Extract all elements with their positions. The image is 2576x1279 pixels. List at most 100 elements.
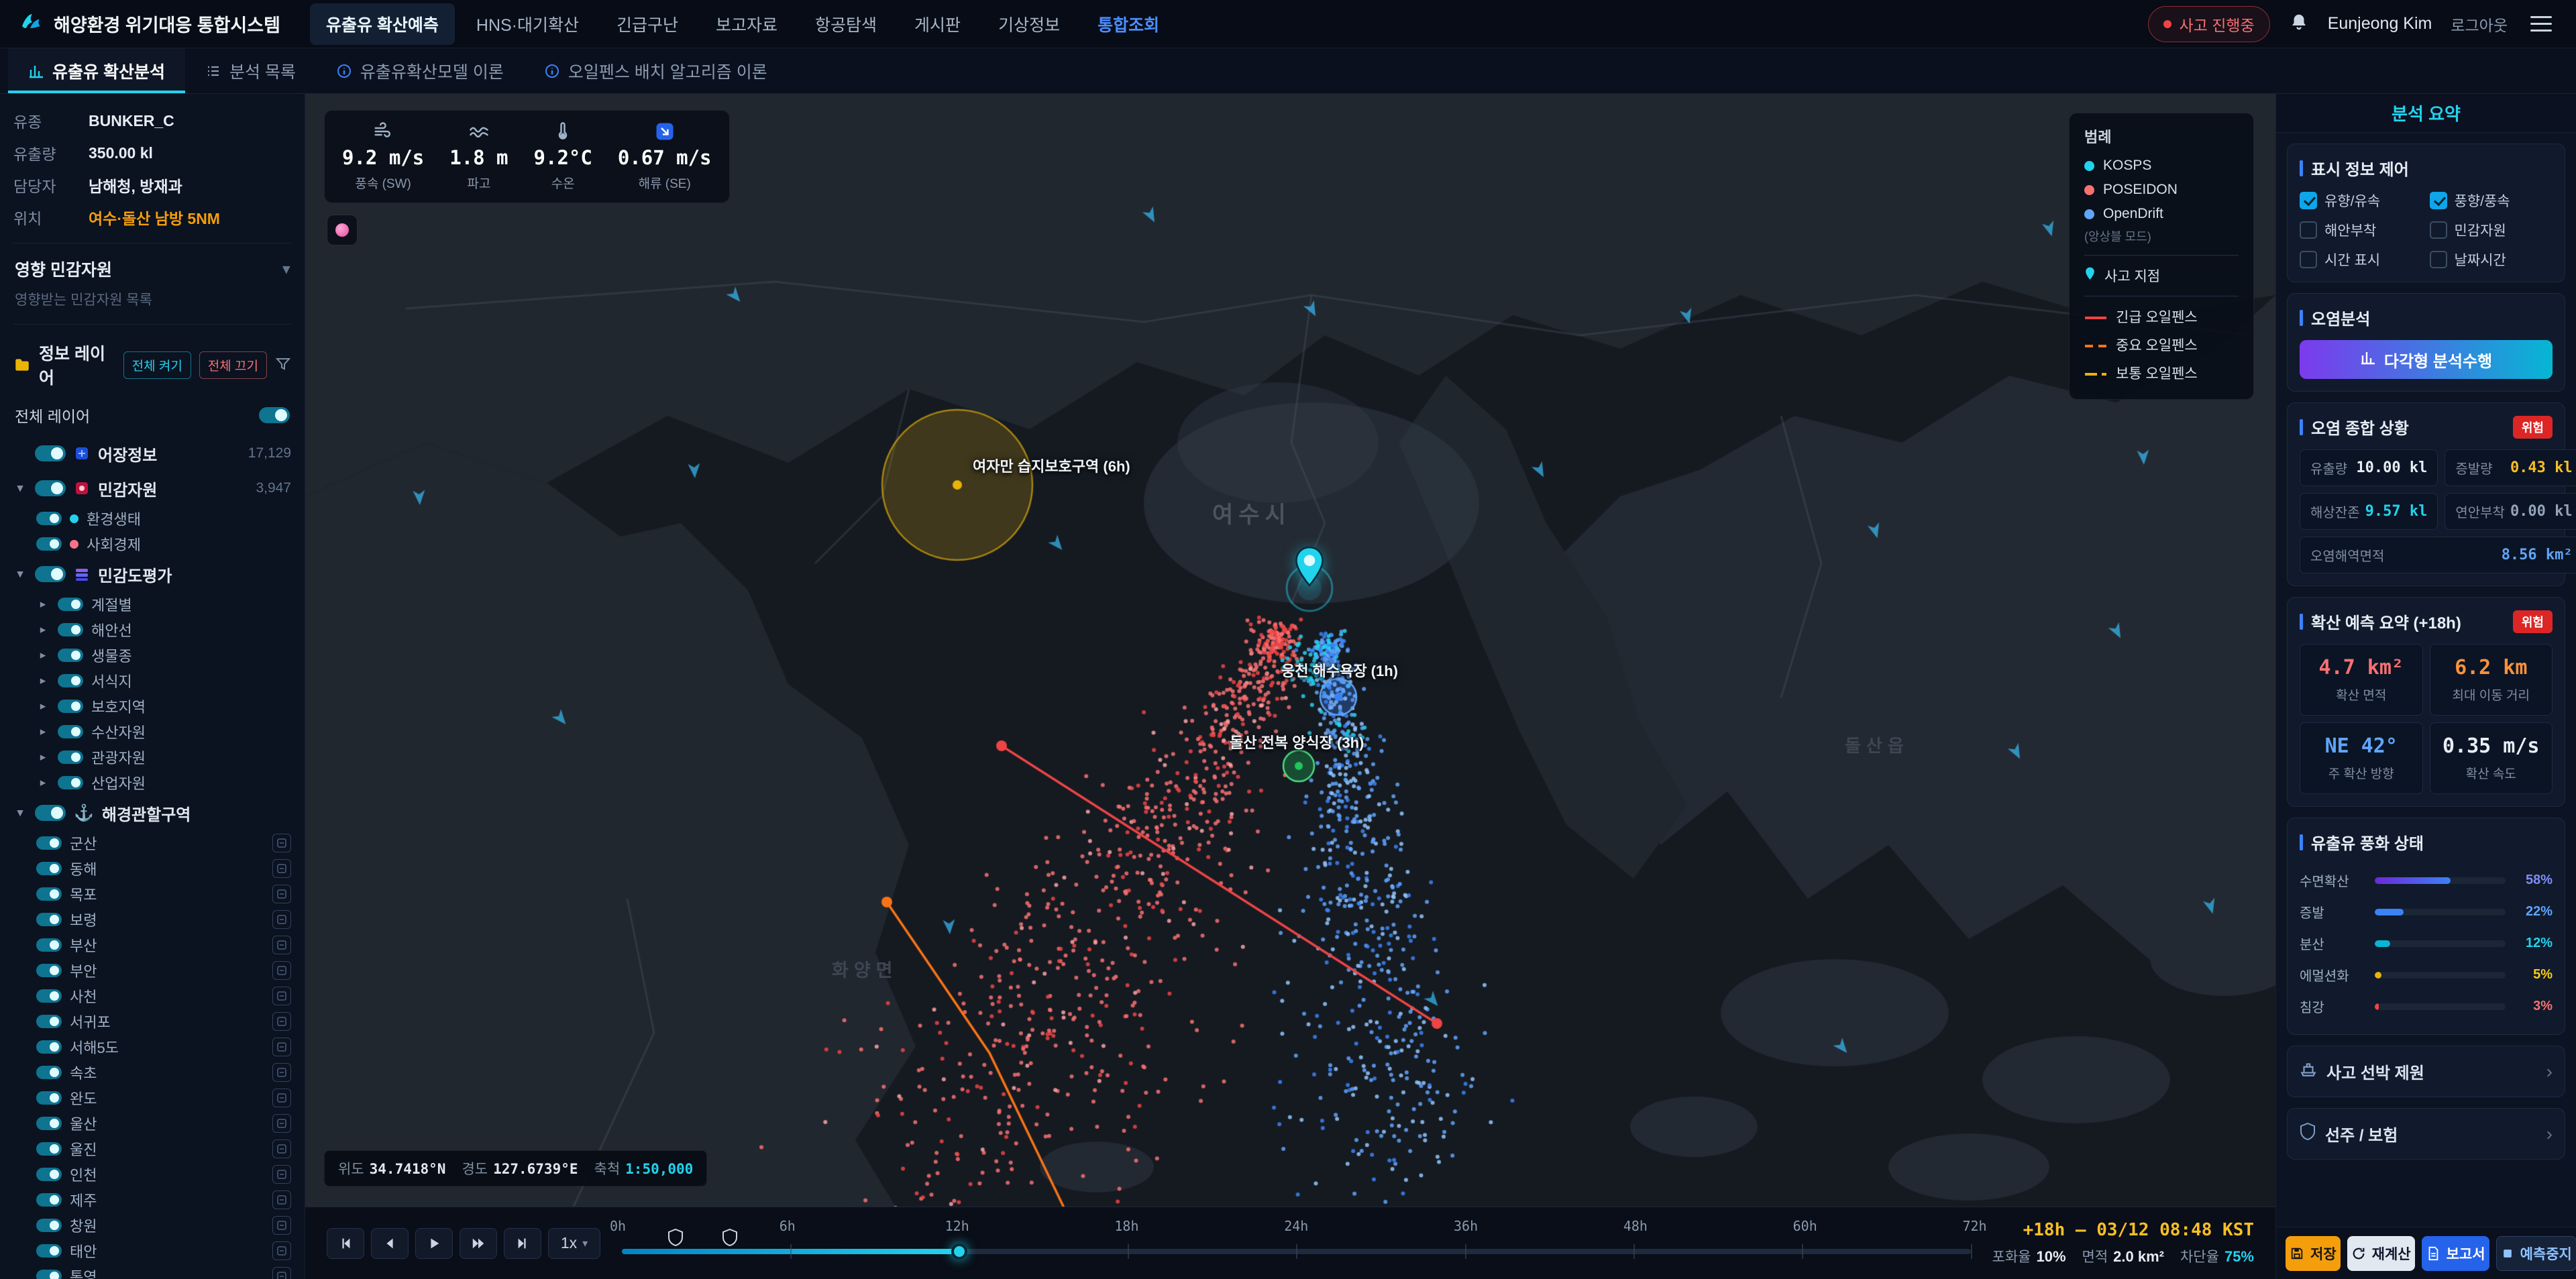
layer-item[interactable]: ▸서식지: [13, 668, 291, 693]
layer-toggle[interactable]: [58, 649, 83, 662]
skip-start-button[interactable]: [327, 1228, 364, 1259]
tab-item[interactable]: 유출유 확산분석: [8, 48, 185, 93]
fast-forward-button[interactable]: [460, 1228, 497, 1259]
layer-item[interactable]: 환경생태: [13, 506, 291, 531]
layer-item-action-icon[interactable]: [272, 1267, 291, 1279]
layer-item[interactable]: 창원: [13, 1213, 291, 1238]
nav-item[interactable]: HNS·대기확산: [460, 3, 595, 45]
layer-item-action-icon[interactable]: [272, 1165, 291, 1184]
layer-item-action-icon[interactable]: [272, 910, 291, 929]
oil-fence-shield-icon[interactable]: [722, 1229, 738, 1249]
layer-toggle[interactable]: [36, 537, 62, 551]
layer-toggle[interactable]: [36, 938, 62, 952]
step-back-button[interactable]: [371, 1228, 409, 1259]
layer-toggle[interactable]: [58, 700, 83, 713]
layers-all-off-button[interactable]: 전체 끄기: [199, 351, 267, 379]
layer-toggle[interactable]: [36, 1040, 62, 1054]
tab-item[interactable]: 분석 목록: [185, 48, 316, 93]
layer-item-action-icon[interactable]: [272, 859, 291, 878]
tab-item[interactable]: 유출유확산모델 이론: [316, 48, 524, 93]
layer-item[interactable]: 보령: [13, 907, 291, 932]
layer-group-row[interactable]: ▾민감도평가: [13, 557, 291, 592]
skip-end-button[interactable]: [504, 1228, 541, 1259]
incident-status-badge[interactable]: 사고 진행중: [2148, 6, 2270, 42]
layer-item[interactable]: ▸관광자원: [13, 744, 291, 770]
layer-toggle[interactable]: [58, 725, 83, 738]
layer-item[interactable]: ▸해안선: [13, 617, 291, 643]
logout-button[interactable]: 로그아웃: [2451, 13, 2508, 36]
layer-toggle[interactable]: [58, 750, 83, 764]
timeline-rail[interactable]: [622, 1249, 1971, 1254]
layer-item[interactable]: ▸보호지역: [13, 693, 291, 719]
panel-body[interactable]: 표시 정보 제어 유향/유속풍향/풍속해안부착민감자원시간 표시날짜시간 오염분…: [2276, 133, 2576, 1227]
layers-all-on-button[interactable]: 전체 켜기: [123, 351, 191, 379]
chevron-icon[interactable]: ▾: [13, 482, 27, 495]
layer-toggle[interactable]: [58, 776, 83, 789]
nav-item[interactable]: 통합조회: [1081, 3, 1175, 45]
chevron-icon[interactable]: ▸: [36, 623, 50, 636]
layer-toggle[interactable]: [36, 913, 62, 926]
layer-toggle[interactable]: [36, 1270, 62, 1279]
layer-toggle[interactable]: [35, 805, 66, 821]
layer-toggle[interactable]: [36, 1091, 62, 1105]
layer-toggle[interactable]: [36, 1142, 62, 1156]
polygon-analysis-button[interactable]: 다각형 분석수행: [2300, 340, 2553, 379]
display-option[interactable]: 날짜시간: [2430, 249, 2553, 270]
layer-item-action-icon[interactable]: [272, 1241, 291, 1260]
layer-item[interactable]: 서해5도: [13, 1034, 291, 1060]
layer-toggle[interactable]: [36, 989, 62, 1003]
map-style-button[interactable]: [327, 215, 358, 245]
nav-item[interactable]: 유출유 확산예측: [310, 3, 455, 45]
nav-item[interactable]: 항공탐색: [799, 3, 893, 45]
nav-item[interactable]: 보고자료: [700, 3, 794, 45]
layer-item[interactable]: 사회경제: [13, 531, 291, 557]
layer-item[interactable]: 태안: [13, 1238, 291, 1264]
layer-item[interactable]: 부안: [13, 958, 291, 983]
layer-toggle[interactable]: [58, 674, 83, 687]
play-button[interactable]: [415, 1228, 453, 1259]
left-sidebar[interactable]: 유종BUNKER_C유출량350.00 kl담당자남해청, 방재과위치여수·돌산…: [0, 94, 305, 1279]
layer-item-action-icon[interactable]: [272, 1038, 291, 1056]
checkbox[interactable]: [2300, 192, 2317, 209]
nav-item[interactable]: 긴급구난: [600, 3, 694, 45]
chevron-icon[interactable]: ▸: [36, 750, 50, 764]
incident-pin[interactable]: [1293, 546, 1326, 591]
layer-item[interactable]: ▸생물종: [13, 643, 291, 668]
layer-item[interactable]: 제주: [13, 1187, 291, 1213]
layer-toggle[interactable]: [58, 598, 83, 611]
checkbox[interactable]: [2300, 221, 2317, 239]
layer-item-action-icon[interactable]: [272, 1012, 291, 1031]
layer-item[interactable]: 완도: [13, 1085, 291, 1111]
recalculate-button[interactable]: 재계산: [2347, 1236, 2415, 1271]
oil-fence-shield-icon[interactable]: [667, 1229, 684, 1249]
layer-toggle[interactable]: [36, 1244, 62, 1258]
layer-item[interactable]: 울산: [13, 1111, 291, 1136]
layer-group-row[interactable]: ▾민감자원3,947: [13, 471, 291, 506]
layer-toggle[interactable]: [35, 445, 66, 461]
display-option[interactable]: 해안부착: [2300, 220, 2423, 240]
layer-toggle[interactable]: [35, 480, 66, 496]
stop-prediction-button[interactable]: 예측중지: [2496, 1236, 2576, 1271]
layer-toggle[interactable]: [35, 566, 66, 582]
layer-toggle[interactable]: [36, 1193, 62, 1207]
sensitive-section-header[interactable]: 영향 민감자원 ▾: [13, 253, 291, 285]
chevron-icon[interactable]: ▸: [36, 598, 50, 611]
checkbox[interactable]: [2430, 221, 2447, 239]
timeline-track[interactable]: 0h6h12h18h24h36h48h60h72h: [618, 1207, 1975, 1279]
layer-toggle[interactable]: [36, 1168, 62, 1181]
filter-icon[interactable]: [275, 355, 291, 375]
display-option[interactable]: 풍향/풍속: [2430, 190, 2553, 211]
speed-select[interactable]: 1x ▾: [548, 1228, 600, 1259]
map-canvas[interactable]: [305, 94, 2275, 1207]
notifications-bell-icon[interactable]: [2289, 12, 2309, 36]
layer-toggle[interactable]: [36, 862, 62, 875]
layer-item[interactable]: 울진: [13, 1136, 291, 1162]
chevron-icon[interactable]: ▸: [36, 776, 50, 789]
layer-toggle[interactable]: [36, 1015, 62, 1028]
chevron-icon[interactable]: ▾: [13, 567, 27, 581]
layer-item-action-icon[interactable]: [272, 1114, 291, 1133]
layer-item[interactable]: 목포: [13, 881, 291, 907]
layer-group-row[interactable]: 어장정보17,129: [13, 436, 291, 471]
chevron-icon[interactable]: ▸: [36, 649, 50, 662]
layer-toggle[interactable]: [36, 512, 62, 525]
